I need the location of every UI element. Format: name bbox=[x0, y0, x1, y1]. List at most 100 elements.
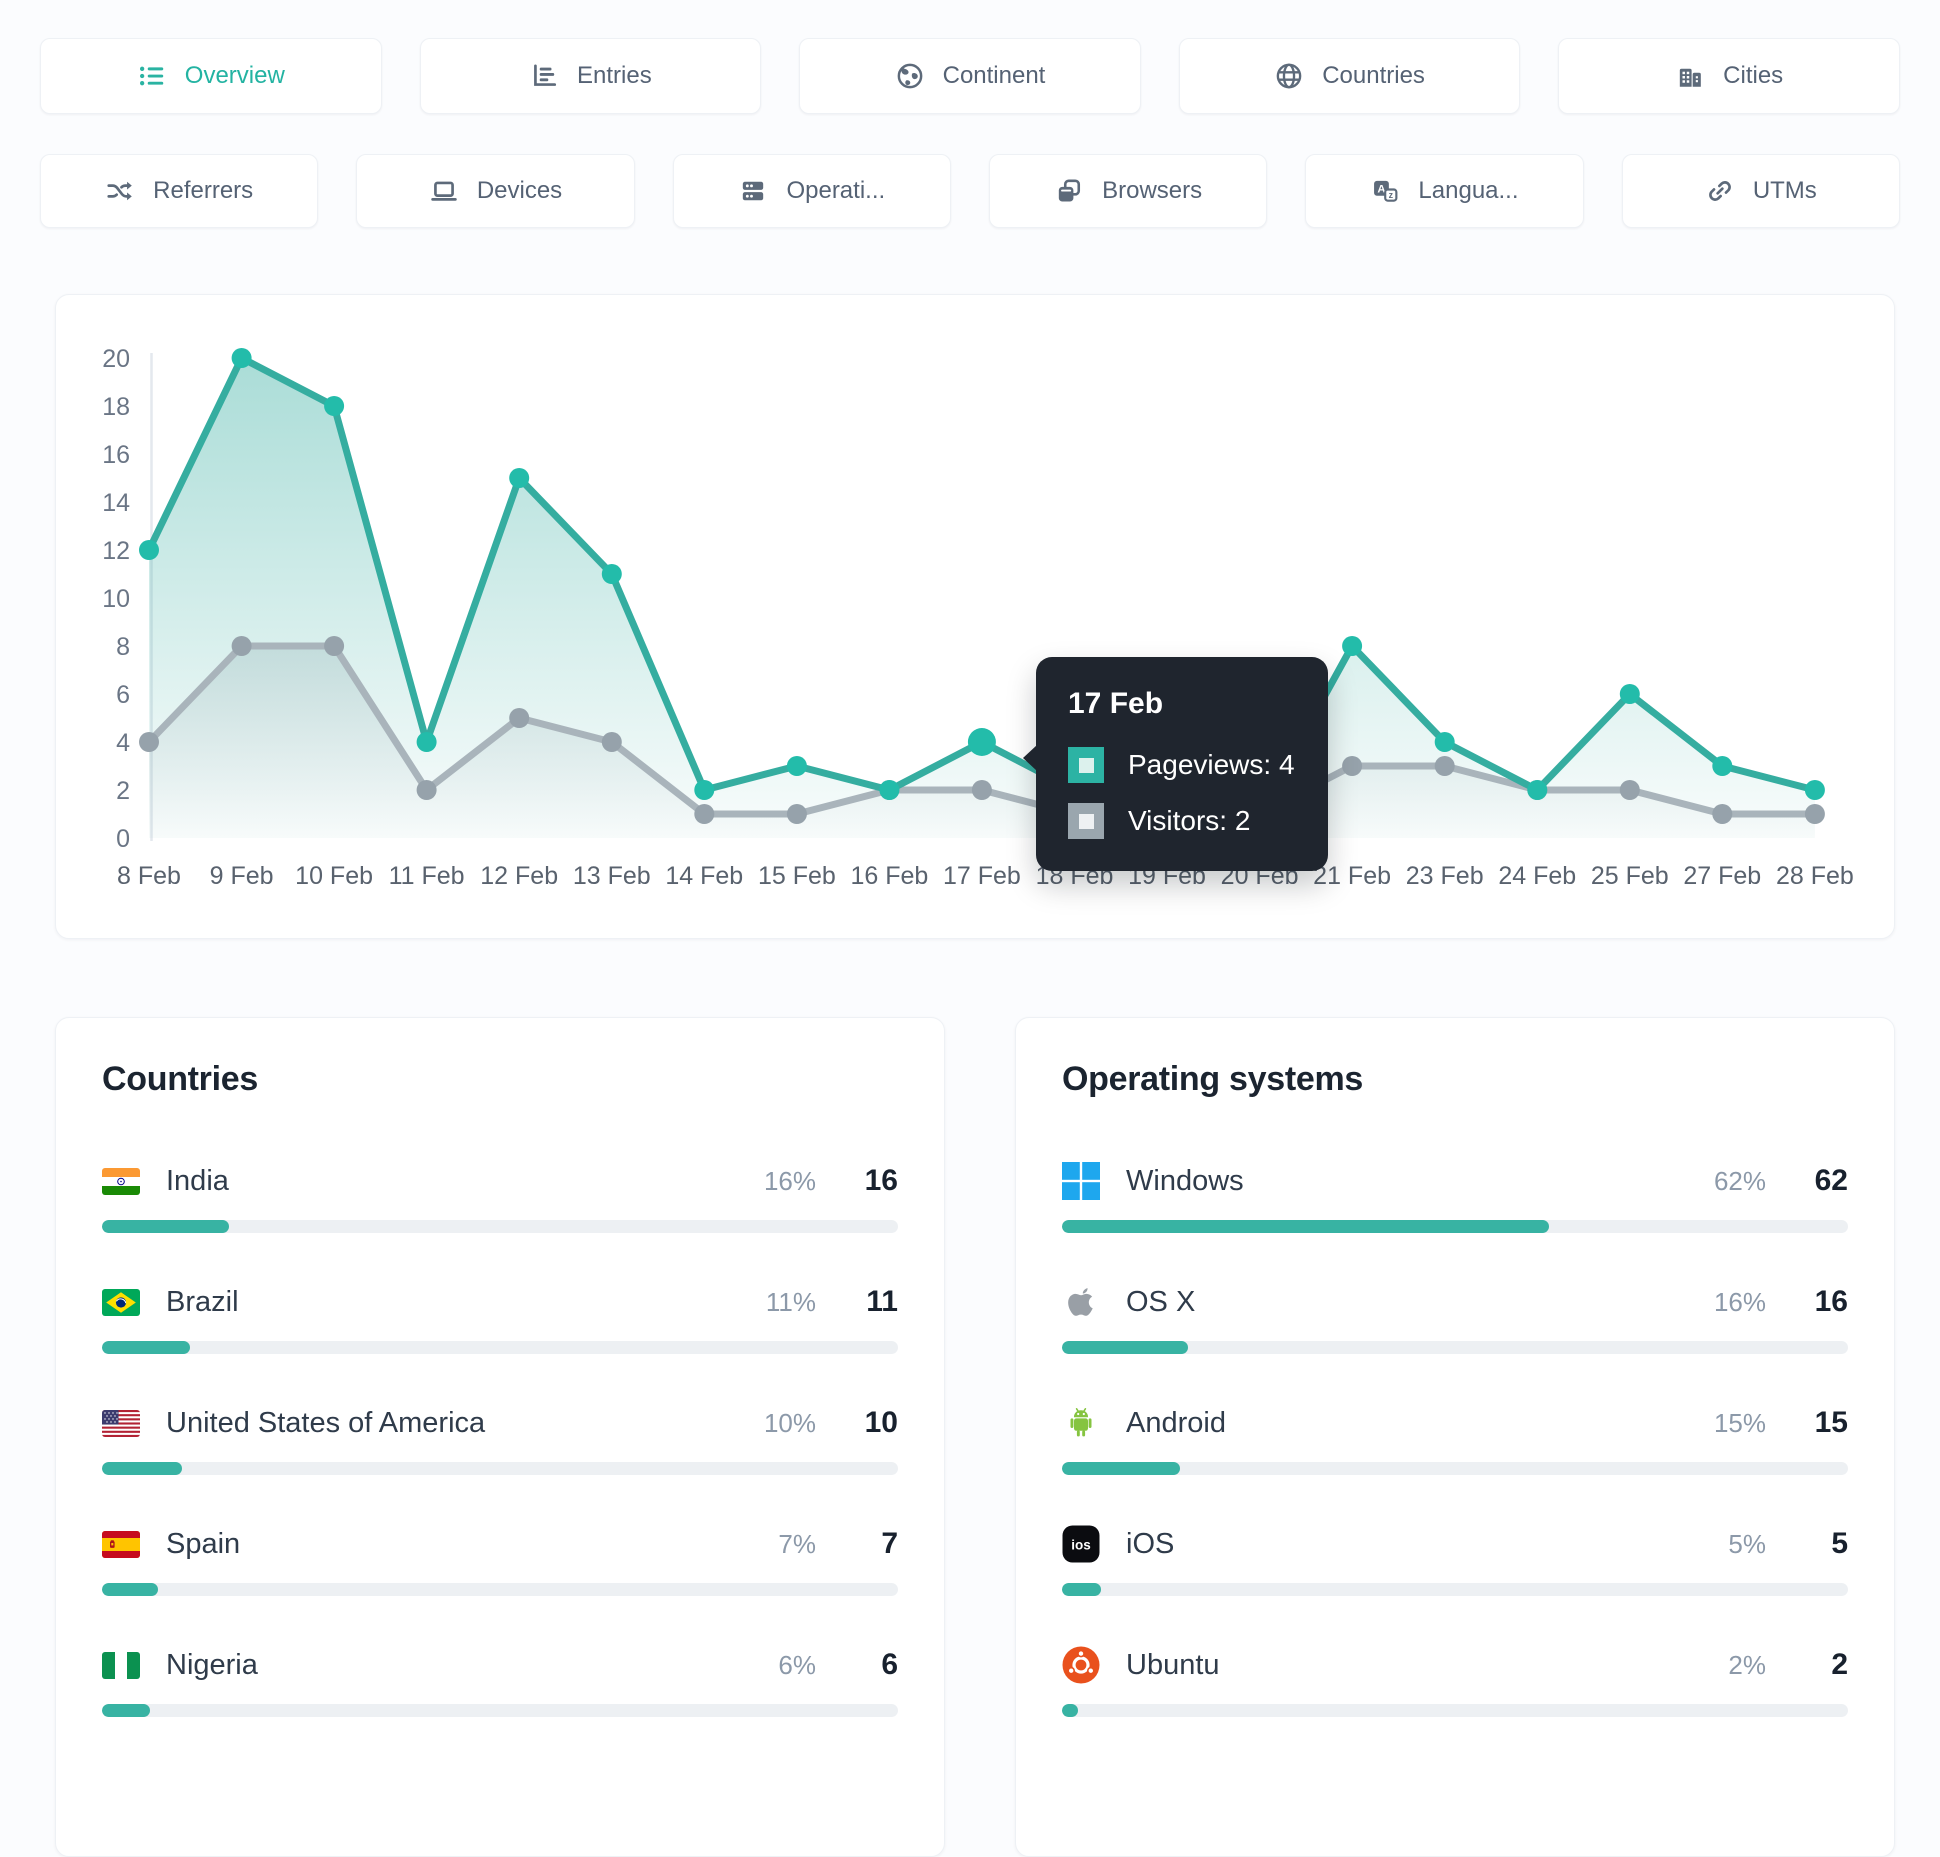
stat-row-percent: 7% bbox=[778, 1528, 816, 1559]
svg-text:z: z bbox=[1389, 190, 1394, 200]
progress-bar-track bbox=[1062, 1704, 1848, 1717]
stat-row-percent: 11% bbox=[765, 1286, 816, 1317]
buildings-icon bbox=[1675, 61, 1705, 91]
stat-row-name: Windows bbox=[1126, 1164, 1244, 1197]
progress-bar-fill bbox=[102, 1462, 182, 1475]
series-swatch bbox=[1068, 747, 1104, 783]
stat-row-percent: 2% bbox=[1728, 1649, 1766, 1680]
stat-row: Ubuntu 2% 2 bbox=[1062, 1643, 1848, 1717]
tab-languages[interactable]: A z Langua... bbox=[1305, 154, 1584, 228]
progress-bar-track bbox=[1062, 1341, 1848, 1354]
stat-row: United States of America 10% 10 bbox=[102, 1401, 898, 1475]
stat-row-percent: 10% bbox=[763, 1407, 816, 1438]
tab-label: Overview bbox=[184, 62, 285, 89]
stat-row: OS X 16% 16 bbox=[1062, 1280, 1848, 1354]
svg-text:27 Feb: 27 Feb bbox=[1683, 862, 1761, 890]
os-list: Windows 62% 62 OS X 16% 16 Android 15% 15 ios i… bbox=[1062, 1159, 1848, 1717]
tab-label: UTMs bbox=[1752, 177, 1817, 204]
stat-row-header: Ubuntu 2% 2 bbox=[1062, 1643, 1848, 1687]
svg-text:12 Feb: 12 Feb bbox=[480, 862, 558, 890]
laptop-icon bbox=[429, 176, 459, 206]
stat-row-name: Ubuntu bbox=[1126, 1648, 1220, 1681]
tooltip-item: Pageviews: 4 bbox=[1068, 747, 1298, 783]
stat-row-percent: 5% bbox=[1728, 1528, 1766, 1559]
flag-brazil bbox=[102, 1288, 142, 1316]
stat-row-header: Nigeria 6% 6 bbox=[102, 1643, 898, 1687]
progress-bar-track bbox=[102, 1583, 898, 1596]
progress-bar-track bbox=[102, 1704, 898, 1717]
svg-text:10 Feb: 10 Feb bbox=[295, 862, 373, 890]
stat-row-header: Windows 62% 62 bbox=[1062, 1159, 1848, 1203]
stat-row-count: 10 bbox=[864, 1406, 898, 1439]
link-icon bbox=[1705, 176, 1735, 206]
stat-row-name: Android bbox=[1126, 1406, 1226, 1439]
traffic-chart[interactable]: 0 2 4 6 8 10 12 14 16 18 20 8 Feb 9 Feb 10 Feb 11 Feb 1… bbox=[56, 295, 1896, 940]
series-swatch-inner bbox=[1078, 813, 1094, 829]
tab-label: Entries bbox=[577, 62, 652, 89]
tab-label: Referrers bbox=[153, 177, 254, 204]
stat-row-count: 16 bbox=[1814, 1285, 1848, 1318]
stat-cards-row: Countries India 16% 16 Brazil 11% 11 United … bbox=[55, 1017, 1895, 1857]
progress-bar-fill bbox=[102, 1704, 150, 1717]
countries-card: Countries India 16% 16 Brazil 11% 11 United … bbox=[55, 1017, 945, 1857]
stat-row-name: Spain bbox=[166, 1527, 241, 1560]
countries-card-title: Countries bbox=[102, 1060, 258, 1098]
os-card-title: Operating systems bbox=[1062, 1060, 1364, 1098]
svg-text:16 Feb: 16 Feb bbox=[850, 862, 928, 890]
svg-text:20: 20 bbox=[102, 345, 130, 373]
tooltip-item-text: Visitors: 2 bbox=[1128, 805, 1251, 836]
tab-label: Cities bbox=[1723, 62, 1784, 89]
svg-text:21 Feb: 21 Feb bbox=[1313, 862, 1391, 890]
svg-text:23 Feb: 23 Feb bbox=[1406, 862, 1484, 890]
stat-row-name: Nigeria bbox=[166, 1648, 258, 1681]
tab-label: Countries bbox=[1322, 62, 1425, 89]
ios-icon: ios bbox=[1062, 1525, 1102, 1563]
svg-text:8 Feb: 8 Feb bbox=[117, 862, 181, 890]
tab-label: Browsers bbox=[1102, 177, 1203, 204]
svg-text:24 Feb: 24 Feb bbox=[1498, 862, 1576, 890]
flag-spain bbox=[102, 1530, 142, 1558]
browser-icon bbox=[1054, 176, 1084, 206]
stat-row-name: iOS bbox=[1126, 1527, 1175, 1560]
progress-bar-fill bbox=[1062, 1704, 1078, 1717]
stat-row-header: OS X 16% 16 bbox=[1062, 1280, 1848, 1324]
progress-bar-fill bbox=[102, 1583, 158, 1596]
tab-countries[interactable]: Countries bbox=[1178, 38, 1521, 114]
progress-bar-fill bbox=[1062, 1220, 1550, 1233]
tab-operating[interactable]: Operati... bbox=[672, 154, 951, 228]
stat-row-header: Spain 7% 7 bbox=[102, 1522, 898, 1566]
progress-bar-fill bbox=[1062, 1341, 1188, 1354]
tab-devices[interactable]: Devices bbox=[356, 154, 635, 228]
tab-label: Operati... bbox=[786, 177, 886, 204]
progress-bar-track bbox=[102, 1220, 898, 1233]
progress-bar-track bbox=[102, 1462, 898, 1475]
stat-row-header: United States of America 10% 10 bbox=[102, 1401, 898, 1445]
globe-icon bbox=[1274, 61, 1304, 91]
chart-card: 0 2 4 6 8 10 12 14 16 18 20 8 Feb 9 Feb 10 Feb 11 Feb 1… bbox=[55, 294, 1895, 939]
svg-text:0: 0 bbox=[116, 825, 130, 853]
tab-utms[interactable]: UTMs bbox=[1621, 154, 1900, 228]
stat-row-header: Brazil 11% 11 bbox=[102, 1280, 898, 1324]
stat-row-count: 5 bbox=[1831, 1527, 1848, 1560]
tab-referrers[interactable]: Referrers bbox=[40, 154, 319, 228]
tab-label: Continent bbox=[942, 62, 1046, 89]
stat-row: Brazil 11% 11 bbox=[102, 1280, 898, 1354]
android-icon bbox=[1062, 1404, 1102, 1442]
svg-text:16: 16 bbox=[102, 441, 130, 469]
tooltip-date: 17 Feb bbox=[1068, 687, 1164, 720]
list-icon bbox=[137, 61, 167, 91]
earth-icon bbox=[895, 61, 925, 91]
stat-row-header: India 16% 16 bbox=[102, 1159, 898, 1203]
tab-continent[interactable]: Continent bbox=[799, 38, 1141, 114]
svg-text:11 Feb: 11 Feb bbox=[389, 862, 465, 890]
progress-bar-fill bbox=[1062, 1462, 1180, 1475]
series-swatch bbox=[1068, 803, 1104, 839]
chart-tooltip: 17 Feb Pageviews: 4 Visitors: 2 bbox=[1023, 657, 1328, 871]
tab-browsers[interactable]: Browsers bbox=[988, 154, 1268, 228]
progress-bar-track bbox=[1062, 1583, 1848, 1596]
tab-entries[interactable]: Entries bbox=[419, 38, 762, 114]
tab-cities[interactable]: Cities bbox=[1558, 38, 1900, 114]
svg-text:9 Feb: 9 Feb bbox=[210, 862, 274, 890]
tab-overview[interactable]: Overview bbox=[40, 38, 382, 114]
tab-row-primary: Overview Entries Continent Countries Cit… bbox=[0, 38, 1940, 114]
